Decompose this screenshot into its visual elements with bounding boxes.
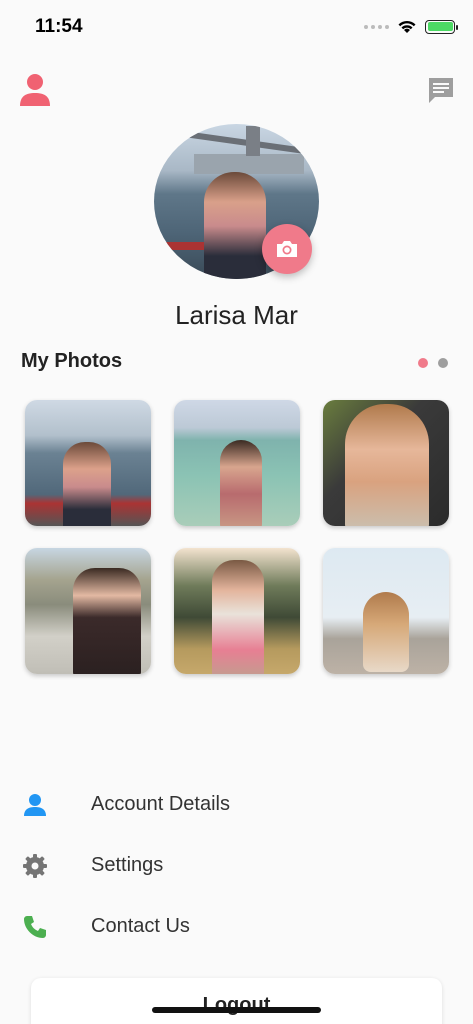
status-bar: 11:54 (0, 0, 473, 52)
photo-thumbnail[interactable] (25, 548, 151, 674)
photo-grid (25, 400, 449, 674)
menu-item-account-details[interactable]: Account Details (0, 780, 473, 841)
home-indicator[interactable] (152, 1007, 321, 1013)
battery-icon (425, 19, 458, 34)
logout-button[interactable]: Logout (31, 978, 442, 1024)
gear-icon (23, 854, 47, 878)
photo-thumbnail[interactable] (323, 548, 449, 674)
menu-item-contact-us[interactable]: Contact Us (0, 902, 473, 963)
signal-icon (364, 24, 389, 29)
menu-item-settings[interactable]: Settings (0, 841, 473, 902)
status-time: 11:54 (35, 16, 83, 37)
avatar-container (154, 124, 319, 279)
photo-thumbnail[interactable] (323, 400, 449, 526)
page-indicator (418, 358, 448, 368)
profile-icon[interactable] (18, 72, 52, 108)
camera-icon (277, 241, 297, 257)
photos-section-header: My Photos (21, 350, 453, 376)
user-name: Larisa Mar (175, 300, 298, 330)
message-icon[interactable] (427, 76, 455, 106)
phone-icon (24, 916, 46, 938)
page-dot-active[interactable] (418, 358, 428, 368)
top-bar (0, 72, 473, 112)
profile-menu: Account Details Settings Contact Us (0, 780, 473, 963)
status-icons (364, 19, 458, 34)
photo-thumbnail[interactable] (174, 548, 300, 674)
wifi-icon (398, 20, 416, 33)
change-photo-button[interactable] (262, 224, 312, 274)
photo-thumbnail[interactable] (174, 400, 300, 526)
page-dot[interactable] (438, 358, 448, 368)
person-icon (24, 794, 46, 816)
photos-section-title: My Photos (21, 350, 123, 372)
menu-item-label: Account Details (91, 793, 230, 815)
menu-item-label: Contact Us (91, 915, 190, 937)
photo-thumbnail[interactable] (25, 400, 151, 526)
menu-item-label: Settings (91, 854, 164, 876)
